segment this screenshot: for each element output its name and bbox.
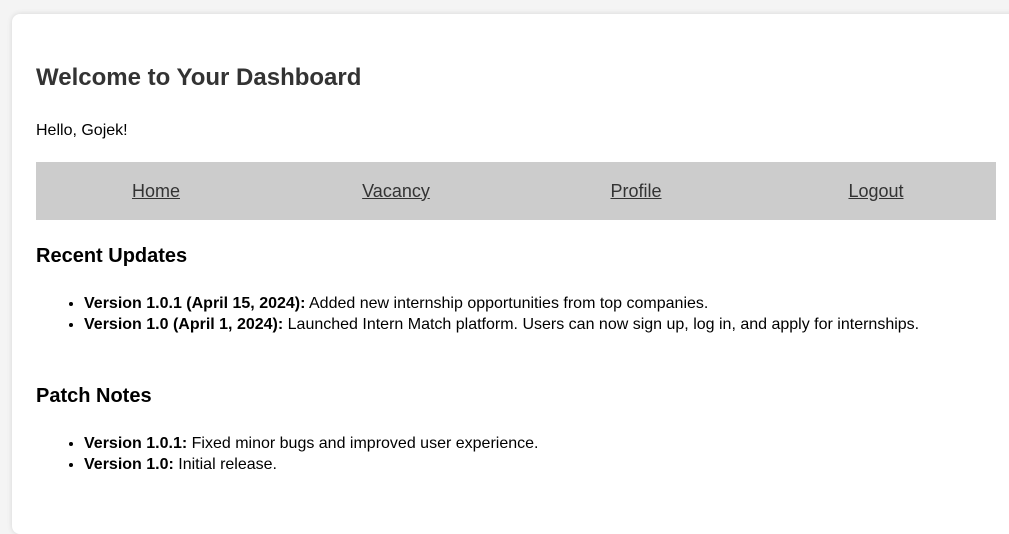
main-nav: Home Vacancy Profile Logout [36, 162, 996, 220]
patch-description: Fixed minor bugs and improved user exper… [187, 435, 539, 452]
update-version-label: Version 1.0.1 (April 15, 2024): [84, 295, 306, 312]
nav-link-home[interactable]: Home [36, 181, 276, 202]
nav-link-logout[interactable]: Logout [756, 181, 996, 202]
recent-updates-list: Version 1.0.1 (April 15, 2024): Added ne… [36, 293, 994, 335]
dashboard-card: Welcome to Your Dashboard Hello, Gojek! … [12, 14, 1009, 534]
patch-description: Initial release. [173, 456, 277, 473]
patch-notes-title: Patch Notes [36, 385, 152, 407]
page-title: Welcome to Your Dashboard [36, 64, 362, 91]
recent-updates-title: Recent Updates [36, 245, 188, 267]
update-description: Launched Intern Match platform. Users ca… [283, 316, 920, 333]
patch-version-label: Version 1.0: [84, 456, 174, 473]
patch-notes-list: Version 1.0.1: Fixed minor bugs and impr… [36, 433, 984, 475]
list-item: Version 1.0: Initial release. [84, 454, 984, 475]
update-version-label: Version 1.0 (April 1, 2024): [84, 316, 284, 333]
patch-version-label: Version 1.0.1: [84, 435, 188, 452]
greeting-text: Hello, Gojek! [36, 122, 128, 139]
list-item: Version 1.0.1: Fixed minor bugs and impr… [84, 433, 984, 454]
nav-link-profile[interactable]: Profile [516, 181, 756, 202]
list-item: Version 1.0.1 (April 15, 2024): Added ne… [84, 293, 994, 314]
list-item: Version 1.0 (April 1, 2024): Launched In… [84, 314, 994, 335]
nav-link-vacancy[interactable]: Vacancy [276, 181, 516, 202]
update-description: Added new internship opportunities from … [305, 295, 709, 312]
